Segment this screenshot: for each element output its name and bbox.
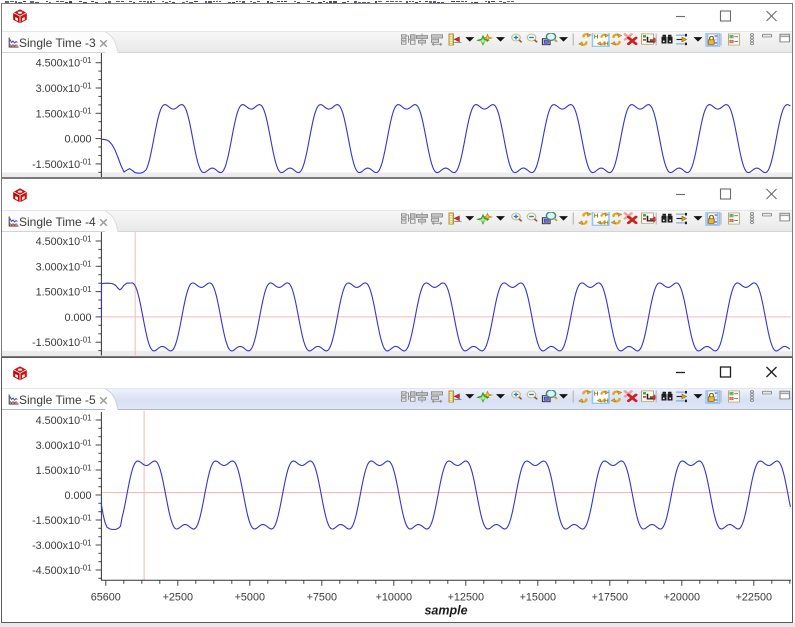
svg-text:4.500x10-01: 4.500x10-01	[36, 234, 92, 248]
svg-text:+20000: +20000	[664, 592, 700, 604]
svg-text:H: H	[594, 392, 599, 397]
svg-text:-1.500x10-01: -1.500x10-01	[32, 157, 91, 171]
svg-text:1.500x10-01: 1.500x10-01	[36, 285, 92, 299]
svg-text:4.500x10-01: 4.500x10-01	[36, 56, 92, 70]
svg-text:-3.000x10-01: -3.000x10-01	[32, 538, 91, 552]
svg-text:1.500x10-01: 1.500x10-01	[36, 107, 92, 121]
svg-text:65600: 65600	[91, 592, 121, 604]
svg-text:+7500: +7500	[307, 592, 337, 604]
svg-text:sample: sample	[424, 604, 467, 618]
svg-text:+12500: +12500	[448, 592, 484, 604]
svg-text:H: H	[604, 221, 609, 226]
svg-text:3.000x10-01: 3.000x10-01	[36, 260, 92, 274]
svg-text:+10000: +10000	[376, 592, 412, 604]
svg-text:H: H	[594, 214, 599, 219]
svg-text:0.000: 0.000	[64, 490, 91, 502]
svg-text:H: H	[594, 35, 599, 40]
svg-text:+2500: +2500	[163, 592, 193, 604]
svg-text:H: H	[604, 42, 609, 47]
svg-text:1.500x10-01: 1.500x10-01	[36, 463, 92, 477]
svg-text:3.000x10-01: 3.000x10-01	[36, 438, 92, 452]
svg-text:4.500x10-01: 4.500x10-01	[36, 413, 92, 427]
svg-text:+5000: +5000	[235, 592, 265, 604]
svg-text:+22500: +22500	[736, 592, 772, 604]
svg-text:-1.500x10-01: -1.500x10-01	[32, 513, 91, 527]
svg-text:-4.500x10-01: -4.500x10-01	[32, 563, 91, 577]
svg-text:-1.500x10-01: -1.500x10-01	[32, 336, 91, 350]
svg-text:0.000: 0.000	[64, 312, 91, 324]
svg-text:+17500: +17500	[592, 592, 628, 604]
svg-text:H: H	[604, 399, 609, 404]
svg-text:0.000: 0.000	[64, 134, 91, 146]
svg-text:3.000x10-01: 3.000x10-01	[36, 81, 92, 95]
svg-text:+15000: +15000	[520, 592, 556, 604]
